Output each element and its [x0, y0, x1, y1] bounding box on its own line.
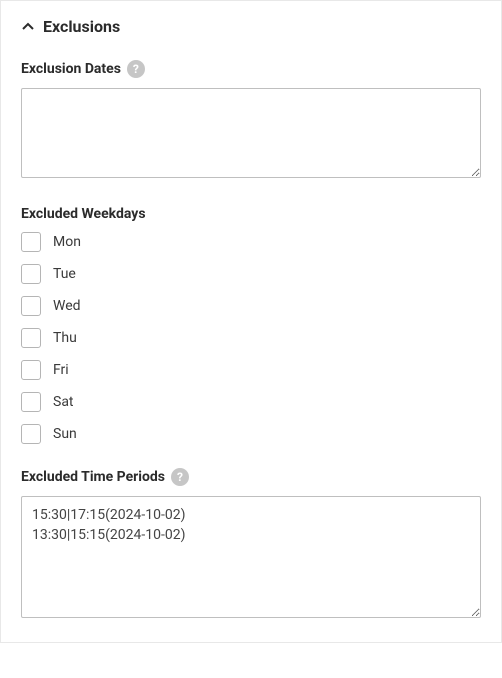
- excluded-weekdays-field: Excluded Weekdays Mon Tue Wed Thu Fri: [21, 206, 481, 444]
- excluded-time-periods-field: Excluded Time Periods ?: [21, 468, 481, 622]
- weekday-checklist: Mon Tue Wed Thu Fri Sat: [21, 232, 481, 444]
- exclusion-dates-field: Exclusion Dates ?: [21, 60, 481, 182]
- weekday-row-wed[interactable]: Wed: [21, 296, 481, 316]
- panel-header[interactable]: Exclusions: [21, 17, 481, 36]
- field-label-row: Exclusion Dates ?: [21, 60, 481, 78]
- checkbox-label: Mon: [53, 234, 81, 250]
- chevron-up-icon: [21, 20, 35, 34]
- exclusions-panel: Exclusions Exclusion Dates ? Excluded We…: [0, 0, 502, 643]
- checkbox-label: Tue: [53, 266, 76, 282]
- excluded-time-periods-label: Excluded Time Periods: [21, 469, 165, 485]
- checkbox-wed[interactable]: [21, 296, 41, 316]
- weekday-row-sat[interactable]: Sat: [21, 392, 481, 412]
- field-label-row: Excluded Time Periods ?: [21, 468, 481, 486]
- weekday-row-thu[interactable]: Thu: [21, 328, 481, 348]
- checkbox-mon[interactable]: [21, 232, 41, 252]
- exclusion-dates-input[interactable]: [21, 88, 481, 178]
- checkbox-tue[interactable]: [21, 264, 41, 284]
- exclusion-dates-label: Exclusion Dates: [21, 61, 121, 77]
- checkbox-label: Fri: [53, 362, 69, 378]
- checkbox-sat[interactable]: [21, 392, 41, 412]
- weekday-row-tue[interactable]: Tue: [21, 264, 481, 284]
- weekday-row-sun[interactable]: Sun: [21, 424, 481, 444]
- checkbox-label: Sat: [53, 394, 74, 410]
- checkbox-label: Sun: [53, 426, 77, 442]
- help-icon[interactable]: ?: [127, 60, 145, 78]
- checkbox-label: Wed: [53, 298, 81, 314]
- excluded-weekdays-label: Excluded Weekdays: [21, 206, 146, 222]
- panel-title: Exclusions: [43, 17, 120, 36]
- weekday-row-mon[interactable]: Mon: [21, 232, 481, 252]
- checkbox-fri[interactable]: [21, 360, 41, 380]
- field-label-row: Excluded Weekdays: [21, 206, 481, 222]
- excluded-time-periods-input[interactable]: [21, 496, 481, 618]
- help-icon[interactable]: ?: [171, 468, 189, 486]
- checkbox-thu[interactable]: [21, 328, 41, 348]
- checkbox-label: Thu: [53, 330, 77, 346]
- weekday-row-fri[interactable]: Fri: [21, 360, 481, 380]
- checkbox-sun[interactable]: [21, 424, 41, 444]
